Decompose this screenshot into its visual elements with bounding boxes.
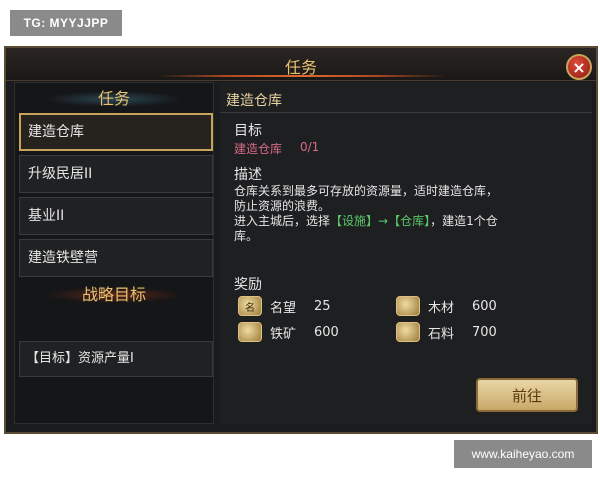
window-title: 任务	[284, 58, 317, 77]
facility-link[interactable]: 【设施】→【仓库】	[330, 214, 430, 228]
task-item-build-warehouse[interactable]: 建造仓库	[19, 113, 213, 151]
close-button[interactable]: ×	[566, 54, 592, 80]
divider	[220, 112, 592, 113]
watermark-top: TG: MYYJJPP	[10, 10, 122, 36]
description-line: 仓库关系到最多可存放的资源量，适时建造仓库，	[234, 184, 499, 198]
iron-icon	[238, 322, 262, 342]
task-item-upgrade-housing[interactable]: 升级民居II	[19, 155, 213, 193]
strategy-item[interactable]: 【目标】资源产量I	[19, 341, 213, 377]
task-detail-panel: 建造仓库 目标 建造仓库 0/1 描述 仓库关系到最多可存放的资源量，适时建造仓…	[220, 82, 592, 424]
description-line: 库。	[234, 229, 259, 243]
stone-icon	[396, 322, 420, 342]
description-text: 仓库关系到最多可存放的资源量，适时建造仓库， 防止资源的浪费。 进入主城后，选择…	[234, 184, 534, 244]
prestige-icon: 名	[238, 296, 262, 316]
detail-title: 建造仓库	[226, 93, 282, 109]
reward-label: 奖励	[234, 277, 262, 293]
task-list-panel: 任务 建造仓库 升级民居II 基业II 建造铁壁营 战略目标 【目标】资源产量I	[14, 82, 214, 424]
reward-iron: 铁矿 600	[238, 322, 339, 342]
go-button[interactable]: 前往	[476, 378, 578, 412]
wood-icon	[396, 296, 420, 316]
reward-prestige: 名 名望 25	[238, 296, 331, 316]
objective-progress: 0/1	[300, 140, 320, 154]
description-line: 进入主城后，选择【设施】→【仓库】，建造1个仓	[234, 214, 498, 228]
strategy-header: 战略目标	[15, 283, 213, 307]
quest-window: 任务 × 任务 建造仓库 升级民居II 基业II 建造铁壁营 战略目标 【目标】…	[4, 46, 598, 434]
close-icon: ×	[572, 57, 586, 77]
task-item-build-barracks[interactable]: 建造铁壁营	[19, 239, 213, 277]
tasks-header: 任务	[15, 87, 213, 111]
objective-name: 建造仓库	[234, 142, 283, 156]
title-bar: 任务 ×	[6, 48, 596, 81]
description-line: 防止资源的浪费。	[234, 199, 331, 213]
description-label: 描述	[234, 167, 262, 183]
reward-wood: 木材 600	[396, 296, 497, 316]
reward-stone: 石料 700	[396, 322, 497, 342]
objective-label: 目标	[234, 123, 262, 139]
watermark-bottom: www.kaiheyao.com	[454, 440, 592, 468]
task-item-foundation[interactable]: 基业II	[19, 197, 213, 235]
